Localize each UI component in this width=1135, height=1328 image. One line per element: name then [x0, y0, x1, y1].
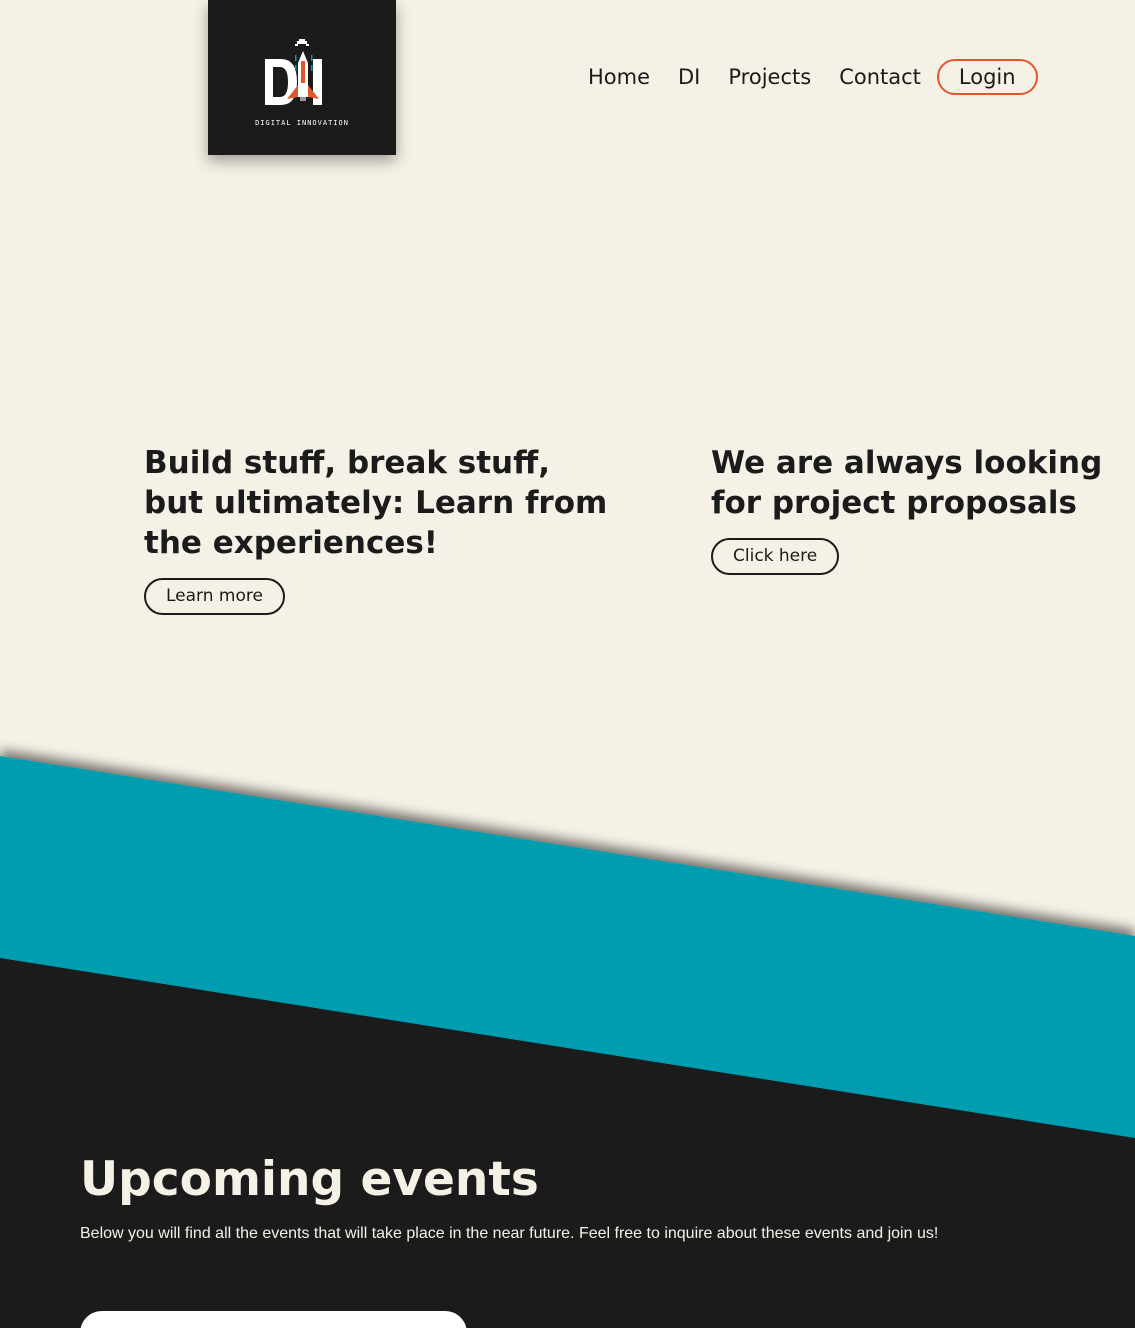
nav-home[interactable]: Home [574, 59, 664, 95]
events-title: Upcoming events [80, 1152, 539, 1207]
hero-learn-heading: Build stuff, break stuff, but ultimately… [144, 445, 608, 561]
nav-di[interactable]: DI [664, 59, 714, 95]
login-button[interactable]: Login [936, 59, 1038, 95]
logo-caption: DIGITAL INNOVATION [255, 118, 349, 127]
main-nav: Home DI Projects Contact Login [574, 59, 1038, 95]
events-description: Below you will find all the events that … [80, 1225, 939, 1242]
rocket-logo-icon [265, 38, 322, 105]
learn-more-button[interactable]: Learn more [144, 578, 285, 615]
hero-proposals-section: We are always looking for project propos… [711, 443, 1111, 575]
click-here-button[interactable]: Click here [711, 538, 840, 575]
event-card[interactable] [80, 1311, 467, 1328]
nav-projects[interactable]: Projects [714, 59, 825, 95]
hero-proposals-heading: We are always looking for project propos… [711, 445, 1103, 521]
site-logo[interactable]: DIGITAL INNOVATION [208, 0, 396, 155]
nav-contact[interactable]: Contact [825, 59, 935, 95]
hero-learn-section: Build stuff, break stuff, but ultimately… [144, 443, 614, 615]
